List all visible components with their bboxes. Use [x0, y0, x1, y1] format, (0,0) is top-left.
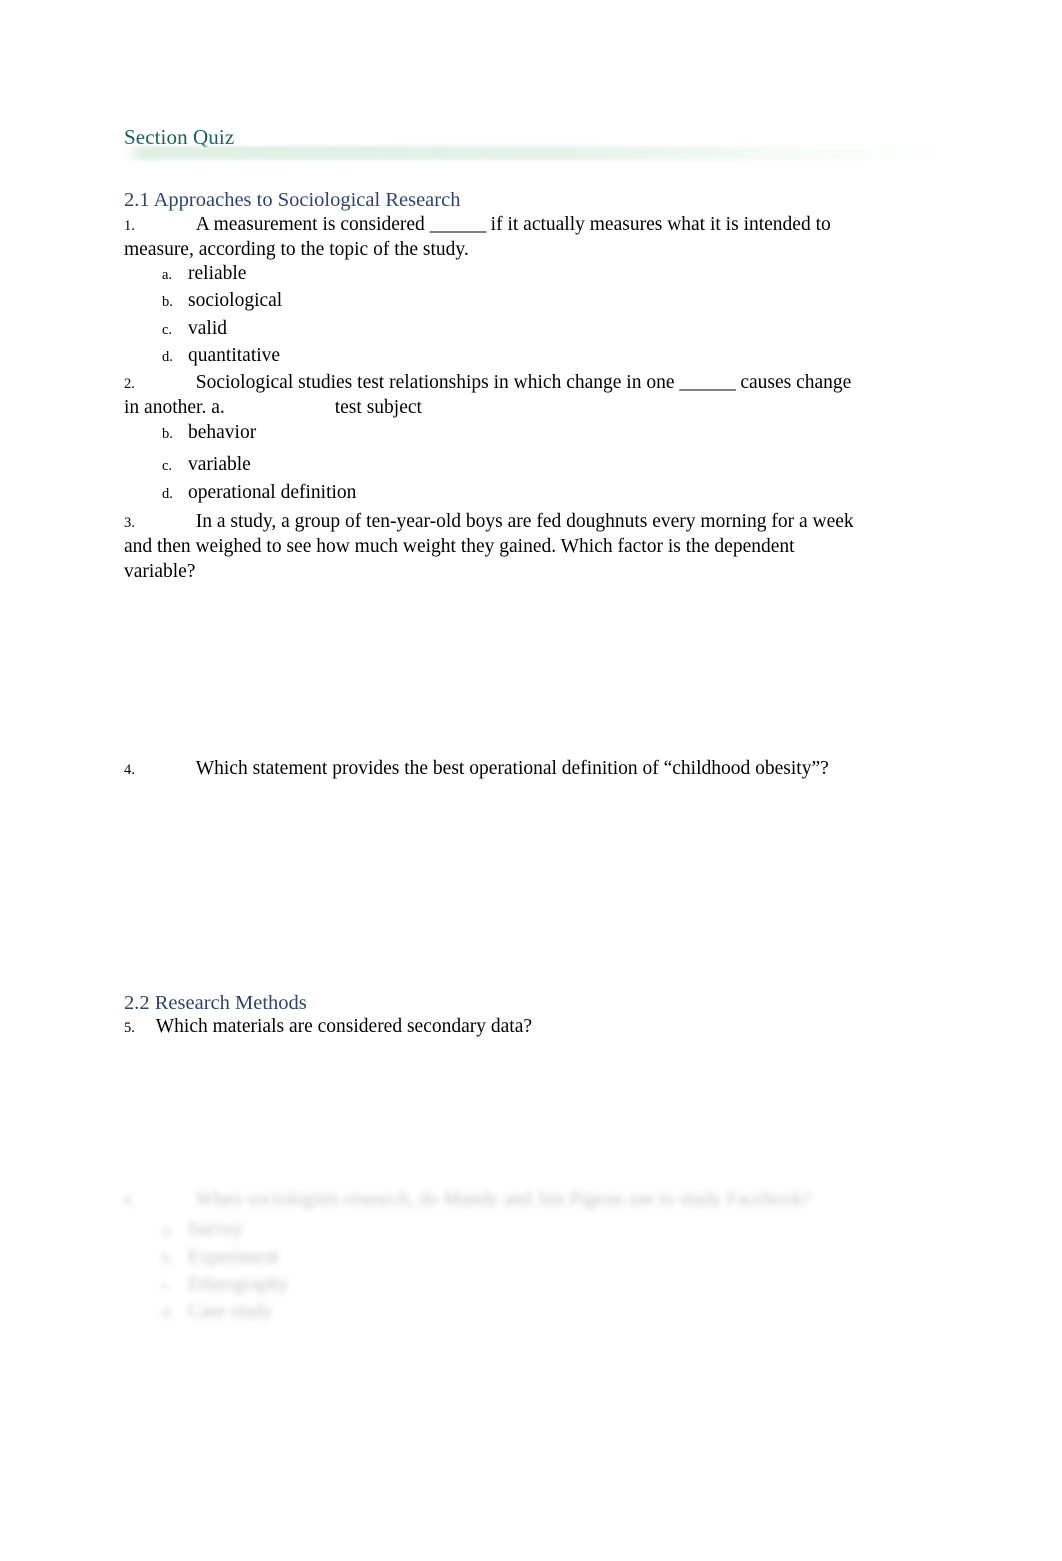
question-2-text-part-1: Sociological studies test relationships … — [195, 372, 680, 393]
option-text: sociological — [188, 290, 283, 312]
option-text: behavior — [188, 422, 257, 443]
question-2-inline-option-text[interactable]: test subject — [335, 397, 422, 418]
option-item[interactable]: c. variable — [124, 452, 356, 480]
option-letter: a. — [162, 1223, 173, 1240]
question-4-text: Which statement provides the best operat… — [195, 758, 829, 779]
option-letter: d. — [162, 348, 173, 365]
faded-question-text: When sociologists research, do Mandy and… — [195, 1189, 811, 1210]
option-letter: d. — [162, 1305, 173, 1322]
section-heading-2-2: 2.2 Research Methods — [124, 992, 307, 1014]
option-letter: c. — [162, 458, 173, 474]
option-text: valid — [188, 317, 227, 339]
option-item: d. Case study — [124, 1299, 884, 1326]
option-text: Survey — [188, 1219, 244, 1241]
question-1-number: 1. — [124, 218, 135, 234]
question-5-text: Which materials are considered secondary… — [155, 1016, 533, 1037]
option-item[interactable]: a. reliable — [124, 261, 282, 288]
option-letter: b. — [162, 294, 173, 311]
question-3-number: 3. — [124, 515, 135, 531]
question-2: 2. Sociological studies test relationshi… — [124, 371, 854, 421]
title-divider — [124, 146, 942, 160]
option-text: quantitative — [188, 344, 281, 366]
question-1: 1. A measurement is considered ______ if… — [124, 213, 860, 263]
option-item[interactable]: d. operational definition — [124, 480, 356, 508]
option-item[interactable]: b. behavior — [124, 420, 256, 447]
option-text: variable — [188, 454, 251, 475]
question-2-options-cd: c. variable d. operational definition — [124, 452, 356, 507]
faded-question-block: 6. When sociologists research, do Mandy … — [124, 1188, 884, 1326]
question-5: 5. Which materials are considered second… — [124, 1015, 854, 1040]
option-text: Ethnography — [188, 1273, 289, 1295]
option-letter: c. — [162, 1277, 173, 1294]
option-text: Case study — [188, 1301, 274, 1323]
question-4: 4. Which statement provides the best ope… — [124, 757, 884, 782]
question-5-number: 5. — [124, 1020, 135, 1036]
question-4-number: 4. — [124, 762, 135, 778]
option-item: a. Survey — [124, 1217, 884, 1244]
question-3-text: In a study, a group of ten-year-old boys… — [124, 511, 854, 582]
faded-question-number: 6. — [124, 1193, 135, 1209]
document-page: Section Quiz 2.1 Approaches to Sociologi… — [0, 0, 1062, 1561]
faded-question-line: 6. When sociologists research, do Mandy … — [124, 1188, 864, 1213]
question-2-blank: ______ — [679, 372, 736, 393]
question-2-number: 2. — [124, 376, 135, 392]
option-item: c. Ethnography — [124, 1272, 884, 1299]
option-text: Experiment — [188, 1246, 279, 1268]
question-3: 3. In a study, a group of ten-year-old b… — [124, 510, 854, 584]
option-letter: b. — [162, 426, 173, 442]
option-text: reliable — [188, 263, 247, 284]
question-2-inline-option-letter[interactable]: a. — [211, 397, 225, 418]
faded-question-options: a. Survey b. Experiment c. Ethnography d. Ca… — [124, 1217, 884, 1326]
option-item[interactable]: b. sociological — [124, 288, 282, 315]
option-item: b. Experiment — [124, 1245, 884, 1272]
option-item[interactable]: c. valid — [124, 316, 282, 343]
option-item[interactable]: d. quantitative — [124, 343, 282, 370]
option-letter: c. — [162, 321, 173, 338]
question-1-text-part-1: A measurement is considered — [195, 214, 430, 235]
option-letter: a. — [162, 267, 173, 283]
option-text: operational definition — [188, 481, 357, 503]
option-letter: b. — [162, 1250, 173, 1267]
question-1-options: a. reliable b. sociological c. valid d. quan… — [124, 261, 282, 370]
option-letter: d. — [162, 485, 173, 502]
question-2-options-b: b. behavior — [124, 420, 256, 447]
section-heading-2-1: 2.1 Approaches to Sociological Research — [124, 189, 461, 211]
question-1-blank: ______ — [429, 214, 487, 235]
